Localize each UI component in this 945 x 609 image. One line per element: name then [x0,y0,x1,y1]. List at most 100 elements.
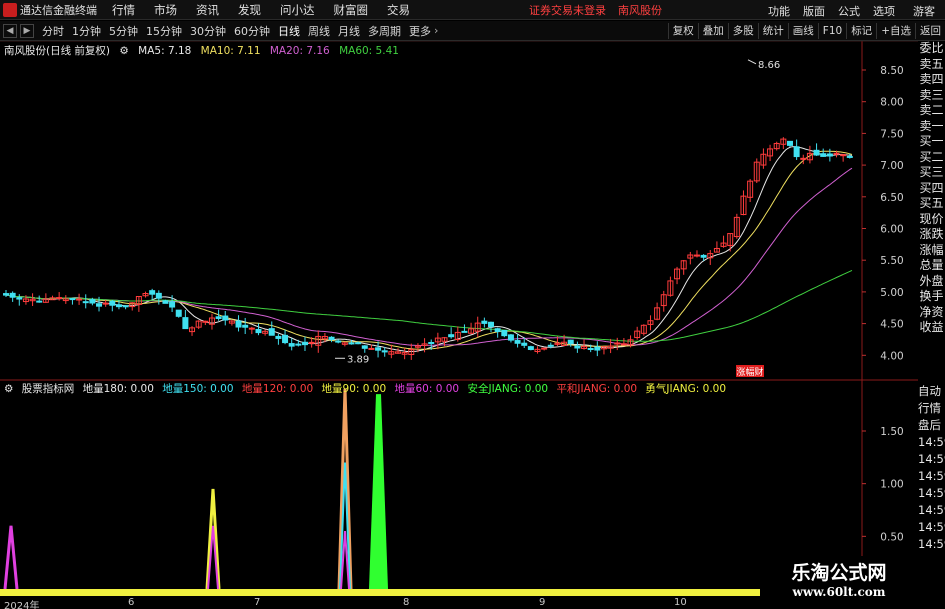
period-daily[interactable]: 日线 [278,23,300,39]
time-side-panel: 自动行情盘后14:5914:5914:5914:5914:5914:5914:5… [918,383,945,553]
candle-body [527,346,534,350]
menu-item-options[interactable]: 选项 [873,3,895,19]
high-price-label: 8.66 [758,60,780,71]
return-button[interactable]: 返回 [915,23,945,39]
candle-body [282,334,289,344]
back-arrow-icon[interactable]: ◀ [3,23,17,38]
ma20-label: MA20: 7.16 [269,45,330,57]
f10-button[interactable]: F10 [817,23,846,39]
candle-body [813,149,820,156]
candle-body [76,298,83,301]
candle-body [514,340,521,344]
forward-arrow-icon[interactable]: ▶ [20,23,34,38]
candle-body [820,153,827,157]
toolbar-right: 复权 叠加 多股 统计 画线 F10 标记 +自选 返回 [667,23,945,39]
period-monthly[interactable]: 月线 [338,23,360,39]
menu-item-wealth[interactable]: 财富圈 [334,2,369,18]
menu-item-news[interactable]: 资讯 [196,2,219,18]
candle-body [89,299,96,304]
login-notice[interactable]: 证券交易未登录 [529,2,606,18]
candle-body [521,342,528,346]
ma10-line [5,150,853,350]
period-intraday[interactable]: 分时 [42,23,64,39]
candle-body [567,339,574,345]
menu-item-quotes[interactable]: 行情 [112,2,135,18]
candle-body [69,298,76,301]
side-field: 买二 [919,149,944,164]
gear-icon-indicator[interactable]: ⚙ [4,383,13,395]
candle-body [481,320,488,324]
guest-label[interactable]: 游客 [913,3,935,19]
side-time-field[interactable]: 行情 [918,400,945,417]
candle-body [826,153,833,157]
side-field: 卖二 [919,103,944,117]
candle-body [36,300,43,303]
side-time-field[interactable]: 盘后 [918,417,945,434]
mark-button[interactable]: 标记 [846,23,876,39]
chevron-right-icon[interactable]: › [434,24,438,37]
price-axis: 8.50 8.00 7.50 7.00 6.50 6.00 5.50 5.00 4.50 4.00… [335,59,904,378]
candle-body [169,301,176,308]
draw-line-button[interactable]: 画线 [787,23,818,39]
menu-item-layout[interactable]: 版面 [803,3,825,19]
side-time-field: 14:59 [918,503,945,517]
menu-item-function[interactable]: 功能 [768,3,790,19]
side-field: 买五 [919,196,944,210]
gear-icon[interactable]: ⚙ [119,45,128,57]
candlesticks [3,137,853,360]
candle-body [574,345,581,349]
side-field: 换手 [919,289,944,303]
period-60min[interactable]: 60分钟 [234,23,270,39]
side-time-field: 14:59 [918,469,945,483]
candle-body [541,347,548,350]
period-5min[interactable]: 5分钟 [109,23,138,39]
candle-body [295,343,302,346]
side-time-field[interactable]: 自动 [918,383,945,400]
candle-body [461,330,468,333]
side-field: 涨幅 [919,242,944,257]
stock-name-link[interactable]: 南风股份 [618,2,662,18]
candle-body [248,327,255,330]
side-field: 外盘 [919,273,944,288]
candle-body [335,340,342,343]
price-tick-label: 8.50 [880,65,903,77]
period-multi[interactable]: 多周期 [368,23,401,39]
candle-body [614,342,621,345]
period-weekly[interactable]: 周线 [308,23,330,39]
ind-field: 地量180: 0.00 [82,383,154,395]
candle-body [275,335,282,339]
period-30min[interactable]: 30分钟 [190,23,226,39]
menu-item-ask[interactable]: 问小达 [280,2,315,18]
menu-item-discover[interactable]: 发现 [238,2,261,18]
period-more[interactable]: 更多 [409,23,431,39]
stats-button[interactable]: 统计 [757,23,788,39]
date-label: 10 [674,597,687,608]
price-tick-label: 4.00 [880,350,903,362]
side-field: 卖三 [919,87,944,102]
overlay-button[interactable]: 叠加 [697,23,728,39]
candle-body [222,315,229,321]
candle-body [693,254,700,257]
menu-item-formula[interactable]: 公式 [838,3,860,19]
price-tick-label: 5.50 [880,255,903,267]
menu-item-trade[interactable]: 交易 [387,2,410,18]
side-field: 收益 [919,320,944,334]
restore-rights-button[interactable]: 复权 [667,23,698,39]
period-15min[interactable]: 15分钟 [146,23,182,39]
side-time-field: 14:59 [918,486,945,500]
ma10-label: MA10: 7.11 [200,45,261,57]
watermark: 乐淘公式网 www.60lt.com [760,556,918,606]
multi-stock-button[interactable]: 多股 [727,23,758,39]
candle-body [202,320,209,323]
ind-field: 地量60: 0.00 [394,383,460,395]
candle-body [215,316,222,319]
right-menu: 功能 版面 公式 选项 [755,3,895,19]
kline-chart[interactable]: 8.50 8.00 7.50 7.00 6.50 6.00 5.50 5.00 4.50 4.00… [0,41,945,597]
candle-body [846,155,853,158]
menu-item-market[interactable]: 市场 [154,2,177,18]
date-label: 6 [128,597,135,608]
candle-body [122,305,129,308]
period-1min[interactable]: 1分钟 [72,23,101,39]
candle-body [368,347,375,350]
add-watchlist-button[interactable]: +自选 [876,23,915,39]
